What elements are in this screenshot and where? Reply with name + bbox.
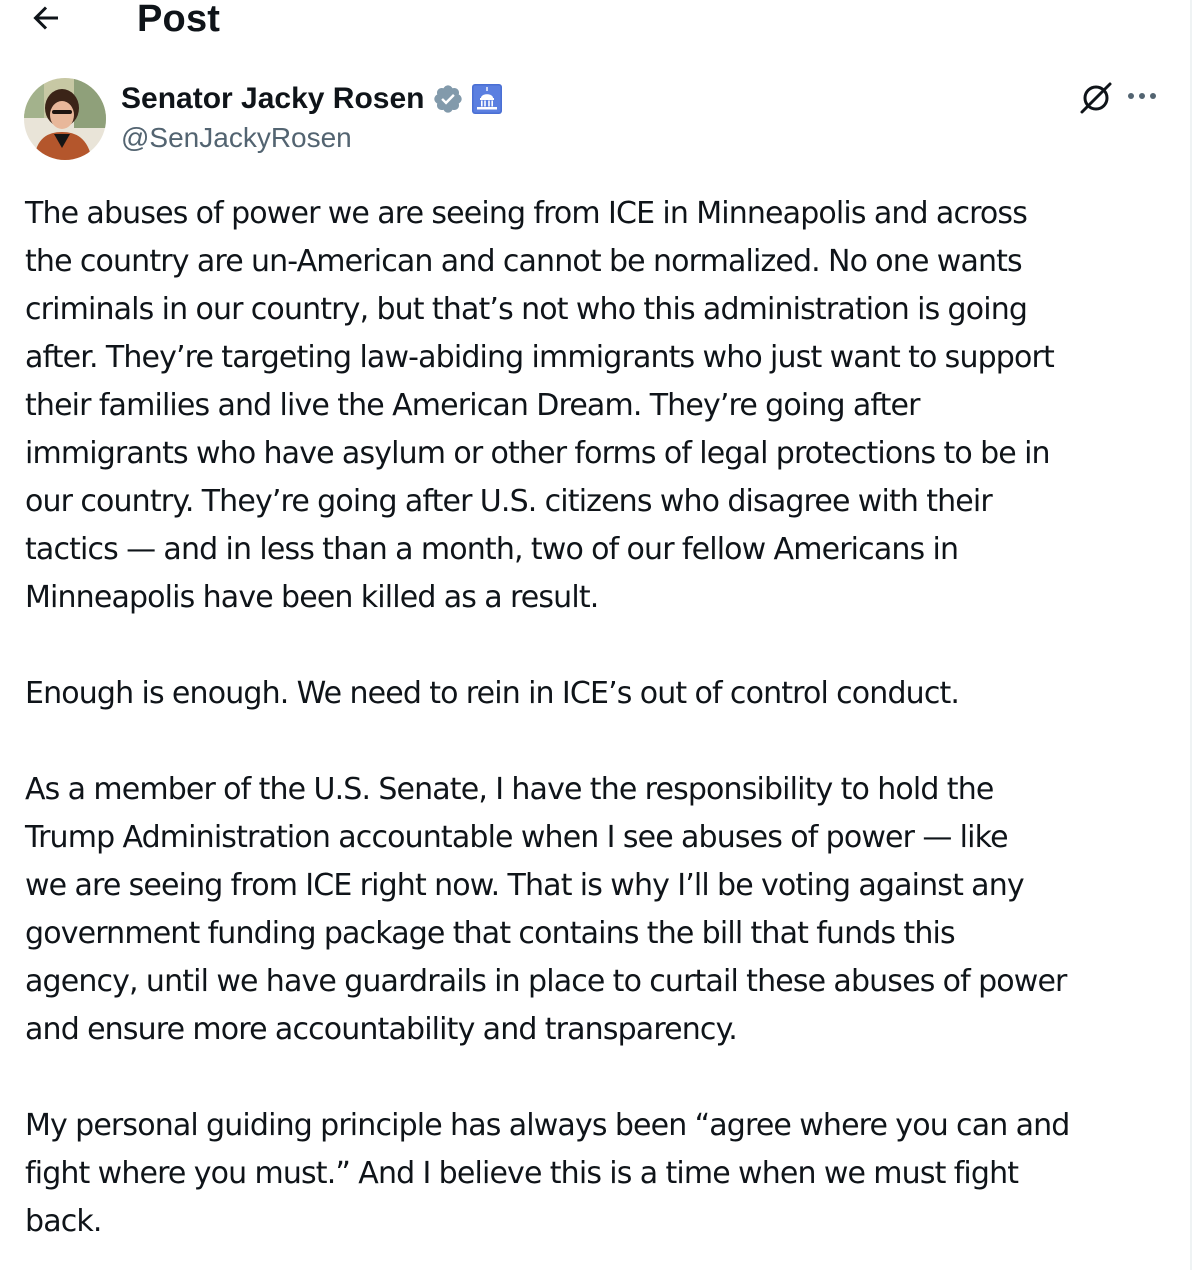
author-display-name[interactable]: Senator Jacky Rosen — [121, 82, 424, 116]
post-paragraph: As a member of the U.S. Senate, I have t… — [25, 772, 1067, 1047]
post-author-row: Senator Jacky Rosen @SenJackyRosen — [24, 78, 1164, 162]
post-paragraph: The abuses of power we are seeing from I… — [25, 196, 1055, 615]
verified-badge-icon[interactable] — [432, 83, 464, 115]
post-paragraph: My personal guiding principle has always… — [25, 1108, 1070, 1239]
author-name-line: Senator Jacky Rosen — [121, 80, 503, 118]
scrollbar-track — [1190, 0, 1192, 1270]
more-horizontal-icon — [1125, 89, 1159, 107]
grok-button[interactable] — [1074, 78, 1118, 122]
grok-icon — [1077, 79, 1115, 122]
avatar[interactable] — [24, 78, 106, 160]
page-header: Post — [0, 0, 1180, 44]
arrow-left-icon — [28, 0, 64, 41]
author-handle[interactable]: @SenJackyRosen — [121, 122, 352, 154]
back-button[interactable] — [24, 2, 68, 38]
us-capitol-icon[interactable] — [472, 84, 503, 114]
page-title: Post — [137, 0, 221, 40]
post-detail-page: Post Senator Jacky Rosen @SenJackyRosen … — [0, 0, 1196, 1270]
post-paragraph: Enough is enough. We need to rein in ICE… — [25, 676, 960, 711]
more-options-button[interactable] — [1120, 78, 1164, 118]
post-text: The abuses of power we are seeing from I… — [25, 190, 1175, 1246]
